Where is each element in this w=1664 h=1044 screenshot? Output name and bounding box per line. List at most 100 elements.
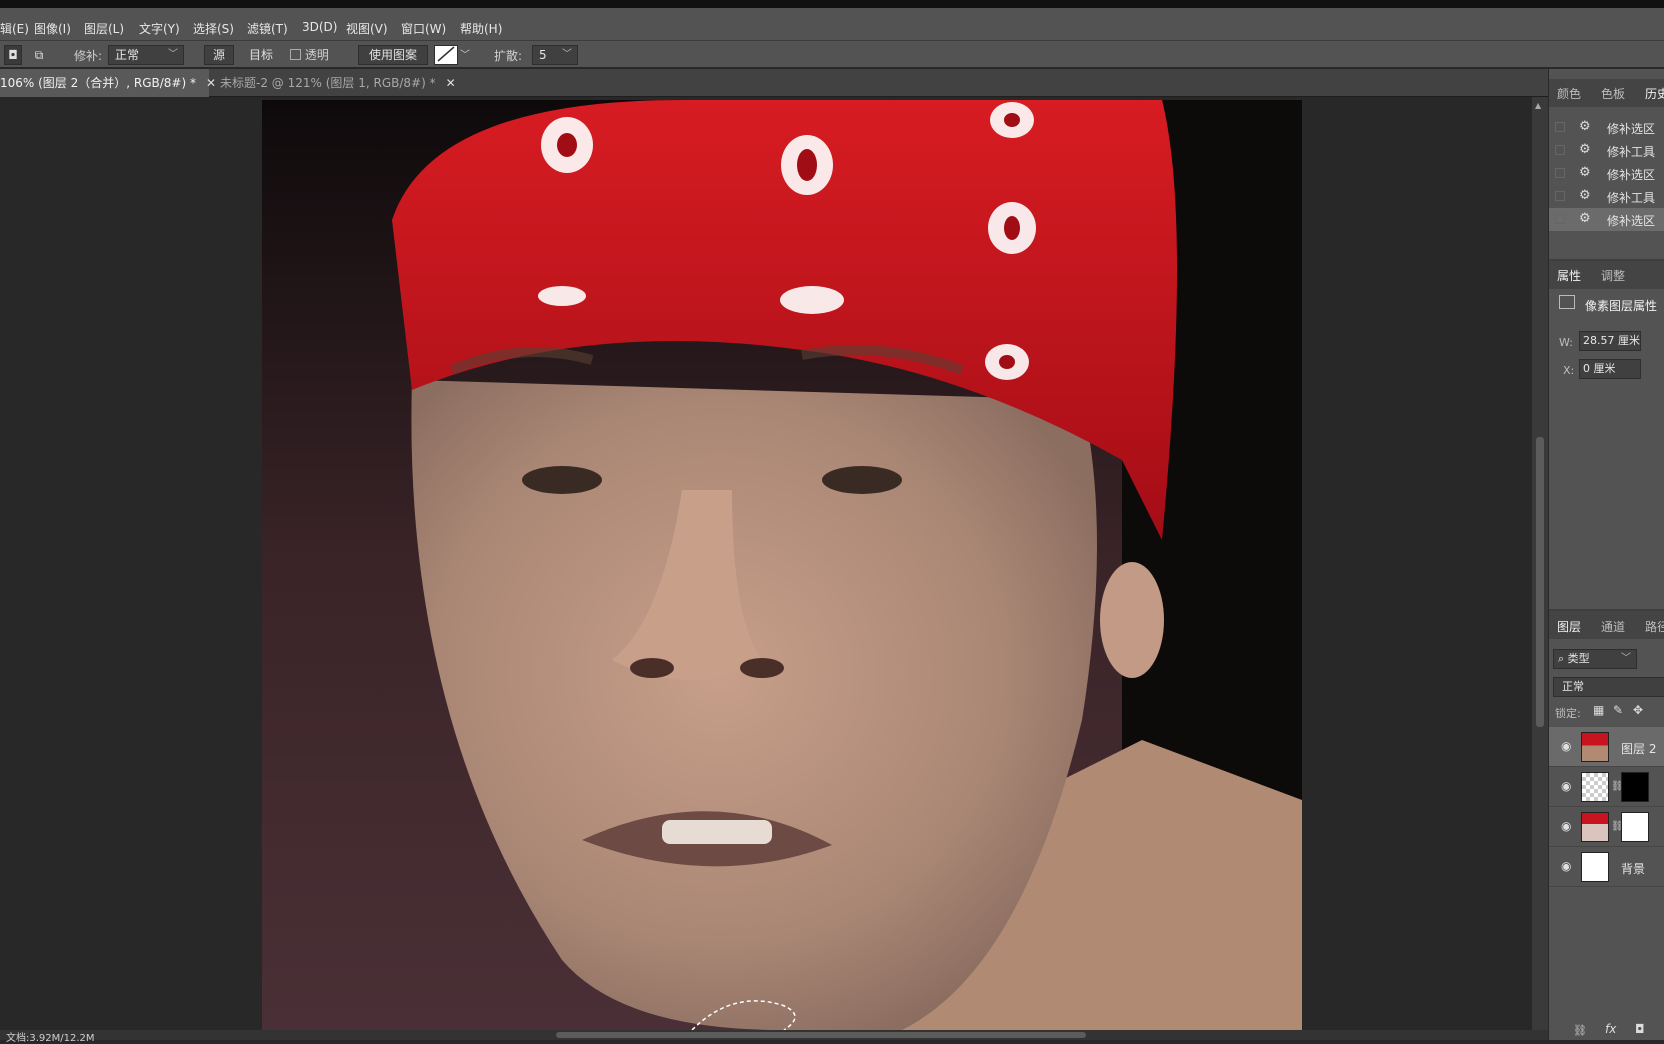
tab-label: 106% (图层 2（合并）, RGB/8#) *	[0, 76, 196, 90]
vertical-scrollbar[interactable]: ▲	[1532, 97, 1548, 1030]
scroll-thumb[interactable]	[1536, 437, 1544, 727]
history-snapshot-box	[1555, 122, 1565, 132]
menu-image[interactable]: 图像(I)	[34, 20, 71, 37]
layer-row-selected[interactable]: ◉ 图层 2（	[1549, 727, 1664, 767]
patch-mode-select[interactable]: 正常 ﹀	[108, 45, 184, 65]
portrait-image	[262, 100, 1302, 1030]
target-button[interactable]: 目标	[240, 45, 282, 65]
history-snapshot-box	[1555, 168, 1565, 178]
doc-size-status: 文档:3.92M/12.2M	[6, 1033, 95, 1044]
lock-transparency-icon[interactable]: ▦	[1593, 703, 1604, 717]
lock-pixels-icon[interactable]: ✎	[1613, 703, 1623, 717]
menu-type[interactable]: 文字(Y)	[139, 20, 180, 37]
history-item-label: 修补工具	[1607, 191, 1656, 205]
layer-thumbnail	[1581, 732, 1609, 762]
layer-thumbnail	[1581, 772, 1609, 802]
width-label: W:	[1559, 336, 1573, 349]
patch-label: 修补:	[74, 49, 103, 63]
layer-row[interactable]: ◉ ⛓	[1549, 767, 1664, 807]
blend-mode-select[interactable]: 正常	[1553, 677, 1664, 697]
transparent-checkbox[interactable]: 透明	[290, 46, 329, 63]
add-selection-icon[interactable]: ⧉	[30, 45, 48, 65]
link-layers-icon[interactable]: ⛓	[1573, 1024, 1587, 1037]
chevron-down-icon: ﹀	[1621, 653, 1631, 664]
diffusion-select[interactable]: 5 ﹀	[532, 45, 578, 65]
x-field[interactable]: 0 厘米	[1579, 359, 1641, 379]
patch-icon: ⚙	[1579, 211, 1591, 226]
layer-mask-thumbnail	[1621, 812, 1649, 842]
history-item-label: 修补选区	[1607, 168, 1656, 182]
lock-label: 锁定:	[1555, 707, 1581, 720]
eye-icon[interactable]: ◉	[1561, 739, 1571, 753]
patch-icon: ⚙	[1579, 142, 1591, 157]
menu-select[interactable]: 选择(S)	[193, 20, 234, 37]
menu-3d[interactable]: 3D(D)	[302, 20, 337, 34]
history-item[interactable]: ⚙ 修补选区	[1549, 116, 1664, 139]
search-icon: ⌕	[1558, 652, 1565, 665]
diffusion-label: 扩散:	[494, 49, 523, 63]
pattern-preview-icon	[437, 46, 455, 62]
source-button[interactable]: 源	[204, 45, 234, 65]
tab-properties[interactable]: 属性	[1557, 267, 1581, 284]
patch-icon: ⚙	[1579, 188, 1591, 203]
history-item-current[interactable]: ⚙ 修补选区	[1549, 208, 1664, 231]
layer-name: 背景	[1621, 862, 1646, 876]
history-snapshot-box	[1555, 145, 1565, 155]
tab-layers[interactable]: 图层	[1557, 618, 1581, 635]
menu-filter[interactable]: 滤镜(T)	[247, 20, 288, 37]
menu-layer[interactable]: 图层(L)	[84, 20, 124, 37]
layer-row[interactable]: ◉ ⛓	[1549, 807, 1664, 847]
layer-mask-thumbnail	[1621, 772, 1649, 802]
menu-edit[interactable]: 辑(E)	[0, 20, 29, 37]
add-mask-icon[interactable]: ◘	[1635, 1022, 1645, 1036]
history-item[interactable]: ⚙ 修补工具	[1549, 185, 1664, 208]
close-icon[interactable]: ✕	[206, 69, 216, 97]
close-icon[interactable]: ✕	[446, 69, 456, 97]
eye-icon[interactable]: ◉	[1561, 819, 1571, 833]
menu-window[interactable]: 窗口(W)	[401, 20, 446, 37]
layer-filter-select[interactable]: ⌕ 类型 ﹀	[1553, 649, 1637, 669]
chevron-down-icon: ﹀	[168, 49, 178, 60]
tab-adjustments[interactable]: 调整	[1601, 267, 1625, 284]
history-item[interactable]: ⚙ 修补选区	[1549, 162, 1664, 185]
pattern-dropdown-icon[interactable]: ﹀	[460, 46, 470, 61]
chevron-down-icon: ﹀	[562, 49, 572, 60]
status-bar: 文档:3.92M/12.2M	[0, 1030, 1548, 1044]
history-item-label: 修补选区	[1607, 214, 1656, 228]
layer-filter-value: 类型	[1567, 652, 1590, 665]
tab-paths[interactable]: 路径	[1645, 618, 1664, 635]
tab-document-2[interactable]: 未标题-2 @ 121% (图层 1, RGB/8#) * ✕	[220, 69, 456, 97]
menu-view[interactable]: 视图(V)	[346, 20, 388, 37]
tab-swatches[interactable]: 色板	[1601, 85, 1625, 102]
patch-mode-value: 正常	[115, 48, 140, 62]
layer-thumbnail	[1581, 852, 1609, 882]
options-bar: ◘ ⧉ 修补: 正常 ﹀ 源 目标 透明 使用图案 ﹀ 扩散: 5 ﹀	[0, 40, 1664, 68]
tab-color[interactable]: 颜色	[1557, 85, 1581, 102]
menu-help[interactable]: 帮助(H)	[460, 20, 502, 37]
fx-icon[interactable]: fx	[1605, 1022, 1616, 1036]
tab-document-1[interactable]: 106% (图层 2（合并）, RGB/8#) * ✕	[0, 69, 216, 97]
eye-icon[interactable]: ◉	[1561, 859, 1571, 873]
width-field[interactable]: 28.57 厘米	[1579, 331, 1641, 351]
document-canvas[interactable]	[262, 100, 1302, 1030]
new-selection-icon[interactable]: ◘	[4, 45, 22, 65]
layer-row-background[interactable]: ◉ 背景	[1549, 847, 1664, 887]
x-label: X:	[1563, 364, 1575, 377]
history-item-label: 修补工具	[1607, 145, 1656, 159]
patch-icon: ⚙	[1579, 165, 1591, 180]
scroll-up-icon[interactable]: ▲	[1535, 101, 1541, 110]
tab-channels[interactable]: 通道	[1601, 618, 1625, 635]
horizontal-scroll-thumb[interactable]	[556, 1032, 1086, 1038]
properties-title: 像素图层属性	[1585, 299, 1658, 313]
lock-position-icon[interactable]: ✥	[1633, 703, 1643, 717]
menu-bar: 辑(E) 图像(I) 图层(L) 文字(Y) 选择(S) 滤镜(T) 3D(D)…	[0, 0, 1664, 40]
document-tabs: 106% (图层 2（合并）, RGB/8#) * ✕ 未标题-2 @ 121% …	[0, 69, 1548, 97]
pattern-swatch[interactable]	[434, 45, 458, 65]
layer-name: 图层 2（	[1621, 742, 1664, 756]
history-snapshot-box	[1555, 214, 1565, 224]
eye-icon[interactable]: ◉	[1561, 779, 1571, 793]
use-pattern-button[interactable]: 使用图案	[358, 45, 428, 65]
history-item[interactable]: ⚙ 修补工具	[1549, 139, 1664, 162]
diffusion-value: 5	[539, 48, 547, 62]
tab-history[interactable]: 历史	[1645, 85, 1664, 102]
